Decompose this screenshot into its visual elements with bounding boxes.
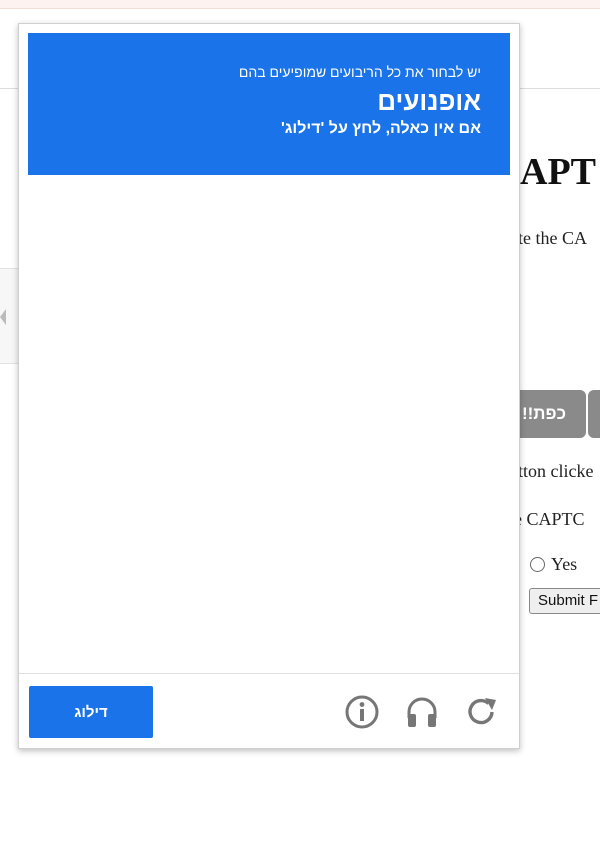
captcha-tile[interactable] xyxy=(149,304,268,423)
captcha-tile[interactable] xyxy=(391,304,510,423)
browser-top-strip xyxy=(0,0,600,9)
page-text-line-1: ete the CA xyxy=(510,228,587,248)
yes-radio-option[interactable]: Yes xyxy=(530,554,577,575)
radio-button[interactable] xyxy=(530,557,545,572)
captcha-subtext: אם אין כאלה, לחץ על 'דילוג' xyxy=(280,120,481,137)
captcha-tile-grid xyxy=(28,183,510,665)
captcha-footer-divider xyxy=(19,673,519,674)
page-action-button-2[interactable] xyxy=(588,390,600,438)
captcha-tile[interactable] xyxy=(270,546,389,665)
captcha-tile[interactable] xyxy=(28,183,147,302)
captcha-tile[interactable] xyxy=(28,546,147,665)
captcha-target-object: אופנועים xyxy=(377,86,481,116)
captcha-header: יש לבחור את כל הריבועים שמופיעים בהם אופ… xyxy=(28,33,510,175)
captcha-tile[interactable] xyxy=(391,546,510,665)
captcha-tile[interactable] xyxy=(28,304,147,423)
chevron-left-icon xyxy=(0,309,6,325)
captcha-tile[interactable] xyxy=(391,183,510,302)
page-heading: APT xyxy=(520,151,596,193)
skip-button[interactable]: דילוג xyxy=(29,686,153,738)
headphones-icon[interactable] xyxy=(404,694,440,730)
captcha-tile[interactable] xyxy=(149,425,268,544)
captcha-instruction: יש לבחור את כל הריבועים שמופיעים בהם xyxy=(238,64,481,80)
page-text-line-2: tton clicke xyxy=(518,461,594,481)
captcha-tile[interactable] xyxy=(149,546,268,665)
info-icon[interactable] xyxy=(344,694,380,730)
captcha-tile[interactable] xyxy=(149,183,268,302)
radio-label: Yes xyxy=(551,554,578,574)
submit-button[interactable]: Submit F xyxy=(529,588,600,614)
captcha-tile[interactable] xyxy=(391,425,510,544)
page-text-line-3: e CAPTC xyxy=(514,509,585,529)
captcha-tile[interactable] xyxy=(270,183,389,302)
captcha-tile[interactable] xyxy=(270,304,389,423)
reload-icon[interactable] xyxy=(464,694,500,730)
side-panel-tab[interactable] xyxy=(0,268,19,364)
captcha-tile[interactable] xyxy=(270,425,389,544)
captcha-challenge-popup: יש לבחור את כל הריבועים שמופיעים בהם אופ… xyxy=(18,23,520,749)
captcha-tile[interactable] xyxy=(28,425,147,544)
